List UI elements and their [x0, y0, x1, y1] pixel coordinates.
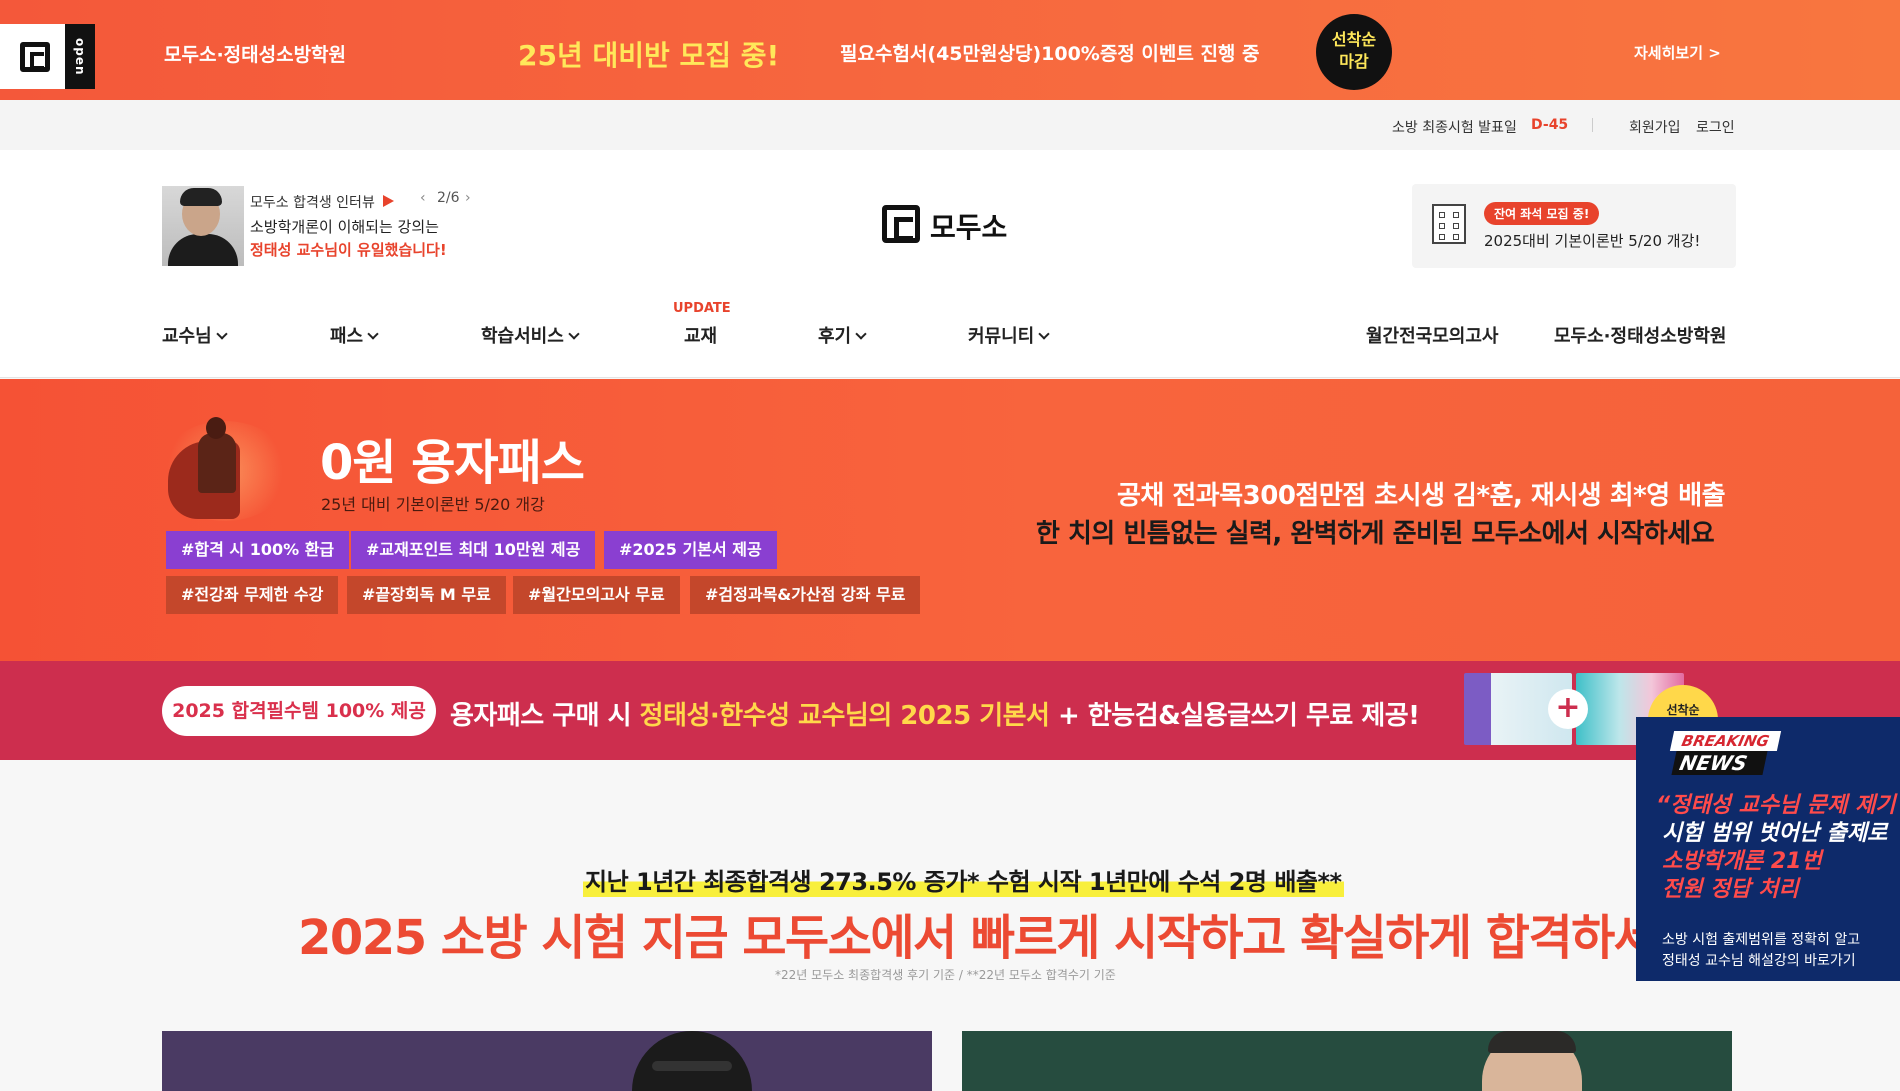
building-icon — [1432, 204, 1466, 244]
news-label: NEWS — [1671, 751, 1768, 775]
d-day-counter: D-45 — [1531, 117, 1569, 133]
offer-pill: 2025 합격필수템 100% 제공 — [162, 686, 436, 736]
main-title: 2025 소방 시험 지금 모두소에서 빠르게 시작하고 확실하게 합격하세요 — [298, 910, 1701, 966]
notice-banner[interactable]: 잔여 좌석 모집 중! 2025대비 기본이론반 5/20 개강! — [1412, 184, 1736, 268]
notice-text: 2025대비 기본이론반 5/20 개강! — [1484, 232, 1701, 250]
news-headline-4: 전원 정답 처리 — [1662, 877, 1799, 902]
news-desc-2: 정태성 교수님 해설강의 바로가기 — [1662, 953, 1856, 969]
play-icon[interactable] — [383, 195, 394, 207]
professor-photo — [1482, 1031, 1582, 1091]
interview-quote-line2[interactable]: 정태성 교수님이 유일했습니다! — [250, 239, 447, 260]
hero-tag: #끝장회독 M 무료 — [347, 576, 506, 614]
nav-community[interactable]: 커뮤니티 — [968, 322, 1050, 348]
notice-tag: 잔여 좌석 모집 중! — [1484, 202, 1600, 225]
professor-card[interactable] — [162, 1031, 932, 1091]
open-logo: open — [0, 24, 95, 89]
news-desc-1: 소방 시험 출제범위를 정확히 알고 — [1662, 932, 1861, 948]
nav-professors[interactable]: 교수님 — [162, 322, 228, 348]
promo-banner[interactable]: open 모두소·정태성소방학원 25년 대비반 모집 중! 필요수험서(45만… — [0, 0, 1900, 100]
offer-strip[interactable]: 2025 합격필수템 100% 제공 용자패스 구매 시 정태성·한수성 교수님… — [0, 661, 1900, 760]
interview-quote-line1[interactable]: 소방학개론이 이해되는 강의는 — [250, 216, 439, 237]
hero-title: 0원 용자패스 — [320, 435, 585, 491]
login-link[interactable]: 로그인 — [1696, 117, 1735, 137]
breaking-news-popup[interactable]: BREAKING NEWS “정태성 교수님 문제 제기 시험 범위 벗어난 출… — [1636, 717, 1900, 981]
exam-date-label: 소방 최종시험 발표일 — [1392, 120, 1517, 136]
offer-text-a: 용자패스 구매 시 — [450, 701, 640, 731]
logo-mark-icon — [882, 205, 920, 243]
update-badge: UPDATE — [673, 301, 731, 316]
nav-label: 교수님 — [162, 326, 212, 347]
nav-pass[interactable]: 패스 — [330, 322, 379, 348]
first-come-badge: 선착순 마감 — [1316, 14, 1392, 90]
hero-figure-icon — [160, 411, 290, 521]
professor-photo — [632, 1031, 752, 1091]
hero-tag: #검정과목&가산점 강좌 무료 — [690, 576, 921, 614]
hero-subtitle: 25년 대비 기본이론반 5/20 개강 — [321, 495, 545, 514]
nav-label: 모두소·정태성소방학원 — [1554, 326, 1727, 347]
promo-more-link[interactable]: 자세히보기 > — [1634, 42, 1721, 63]
chevron-down-icon — [1038, 328, 1050, 340]
professor-card[interactable] — [962, 1031, 1732, 1091]
hero-slogan: 한 치의 빈틈없는 실력, 완벽하게 준비된 모두소에서 시작하세요 — [1036, 519, 1715, 549]
divider — [1592, 118, 1593, 132]
nav-learning-service[interactable]: 학습서비스 — [481, 322, 580, 348]
chevron-down-icon — [855, 328, 867, 340]
offer-text: 용자패스 구매 시 정태성·한수성 교수님의 2025 기본서 + 한능검&실용… — [450, 695, 1420, 732]
interview-photo[interactable] — [162, 186, 244, 266]
nav-reviews[interactable]: 후기 — [818, 322, 867, 348]
chevron-down-icon — [216, 328, 228, 340]
logo-text: 모두소 — [930, 211, 1008, 244]
interview-label: 모두소 합격생 인터뷰 — [250, 195, 375, 211]
site-logo[interactable]: 모두소 — [882, 204, 1022, 244]
badge-line1: 선착순 — [1331, 30, 1377, 49]
nav-textbooks[interactable]: 교재 — [684, 322, 717, 348]
site-header: 모두소 합격생 인터뷰 ‹ 2/6 › 소방학개론이 이해되는 강의는 정태성 … — [0, 150, 1900, 378]
breaking-label: BREAKING — [1669, 731, 1782, 751]
footnote: *22년 모두소 최종합격생 후기 기준 / **22년 모두소 합격수기 기준 — [775, 968, 1116, 982]
nav-label: 후기 — [818, 326, 852, 347]
hero-tag: #월간모의고사 무료 — [513, 576, 680, 614]
nav-label: 월간전국모의고사 — [1366, 326, 1499, 347]
nav-academy[interactable]: 모두소·정태성소방학원 — [1554, 322, 1726, 348]
hero-tag: #전강좌 무제한 수강 — [166, 576, 339, 614]
signup-link[interactable]: 회원가입 — [1629, 117, 1681, 137]
hero-tag: #2025 기본서 제공 — [604, 531, 777, 569]
plus-icon: + — [1548, 689, 1588, 729]
promo-academy: 모두소·정태성소방학원 — [164, 44, 347, 66]
badge-line2: 마감 — [1339, 52, 1369, 71]
chevron-right-icon[interactable]: › — [465, 190, 471, 206]
utility-bar: 소방 최종시험 발표일 D-45 회원가입 로그인 — [0, 100, 1900, 150]
brand-logo-icon — [20, 42, 50, 72]
offer-highlight: 정태성·한수성 교수님의 2025 기본서 — [639, 701, 1050, 731]
hero-tag: #교재포인트 최대 10만원 제공 — [351, 531, 596, 569]
open-badge: open — [65, 24, 95, 89]
promo-recruit: 25년 대비반 모집 중! — [518, 39, 780, 72]
hero-tag: #합격 시 100% 환급 — [166, 531, 350, 569]
nav-label: 교재 — [684, 326, 718, 347]
stat-headline: 지난 1년간 최종합격생 273.5% 증가* 수험 시작 1년만에 수석 2명… — [583, 862, 1344, 897]
nav-label: 패스 — [330, 326, 364, 347]
hero-achievement: 공채 전과목300점만점 초시생 김*훈, 재시생 최*영 배출 — [1117, 481, 1726, 511]
slide-counter: 2/6 — [437, 190, 460, 206]
chevron-left-icon[interactable]: ‹ — [420, 190, 426, 206]
nav-monthly-mock-exam[interactable]: 월간전국모의고사 — [1366, 322, 1498, 348]
nav-label: 학습서비스 — [481, 326, 564, 347]
offer-text-b: + 한능검&실용글쓰기 무료 제공! — [1049, 701, 1420, 731]
hero-banner[interactable]: 0원 용자패스 25년 대비 기본이론반 5/20 개강 #합격 시 100% … — [0, 379, 1900, 661]
chevron-down-icon — [568, 328, 580, 340]
promo-event: 필요수험서(45만원상당)100%증정 이벤트 진행 중 — [840, 43, 1260, 65]
chevron-down-icon — [367, 328, 379, 340]
nav-label: 커뮤니티 — [968, 326, 1035, 347]
